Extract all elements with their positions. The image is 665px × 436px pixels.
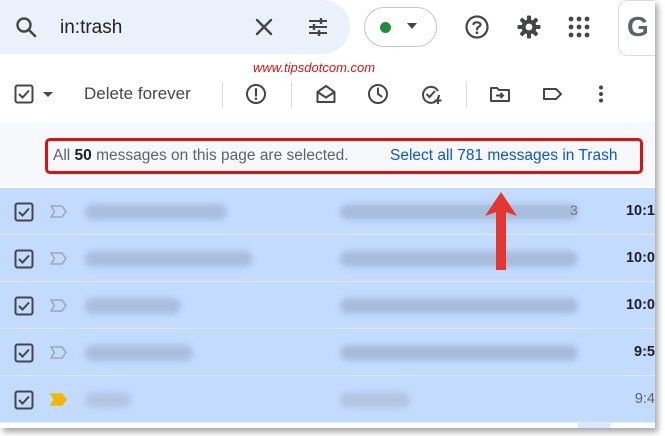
- toolbar-divider: [222, 82, 223, 108]
- table-row[interactable]: 9:4: [0, 376, 655, 423]
- online-status-icon: [380, 22, 391, 33]
- row-time: 10:1: [625, 203, 655, 219]
- message-list: 3 10:1 10:0 10:0 9:5 9:4: [0, 188, 655, 423]
- subject-blurred: [340, 392, 410, 408]
- search-input[interactable]: in:trash: [60, 17, 122, 39]
- row-time: 9:4: [634, 391, 655, 407]
- row-checkbox[interactable]: [14, 343, 34, 363]
- subject-blurred: [340, 298, 578, 314]
- row-time: 10:0: [625, 297, 655, 313]
- move-to-folder-icon[interactable]: [489, 83, 511, 105]
- more-options-icon[interactable]: [590, 83, 612, 105]
- gmail-window: in:trash G www.tipsdotcom.com Delete for…: [0, 0, 655, 428]
- search-box[interactable]: in:trash: [0, 0, 350, 54]
- add-to-tasks-icon[interactable]: [420, 83, 442, 105]
- importance-marker-icon[interactable]: [50, 252, 67, 265]
- subject-blurred: [340, 251, 578, 267]
- status-selector[interactable]: [364, 7, 437, 47]
- importance-marker-icon[interactable]: [50, 299, 67, 312]
- sender-blurred: [85, 345, 193, 361]
- account-button[interactable]: G: [618, 0, 655, 56]
- sender-blurred: [85, 204, 227, 220]
- select-all-checkbox[interactable]: [14, 84, 34, 104]
- chevron-down-icon: [407, 23, 417, 29]
- search-options-icon[interactable]: [306, 15, 330, 39]
- row-checkbox[interactable]: [14, 296, 34, 316]
- row-checkbox[interactable]: [14, 390, 34, 410]
- sender-blurred: [85, 392, 131, 408]
- select-all-link[interactable]: Select all 781 messages in Trash: [390, 147, 617, 165]
- subject-blurred: [340, 204, 578, 220]
- importance-marker-icon[interactable]: [50, 205, 67, 218]
- table-row[interactable]: 10:0: [0, 235, 655, 282]
- gear-icon[interactable]: [516, 14, 542, 40]
- account-logo: G: [627, 11, 649, 42]
- mark-as-read-icon[interactable]: [315, 83, 337, 105]
- delete-forever-button[interactable]: Delete forever: [84, 84, 191, 104]
- row-checkbox[interactable]: [14, 202, 34, 222]
- row-marker-text: 3: [570, 202, 578, 218]
- importance-marker-icon[interactable]: [50, 393, 67, 406]
- snooze-clock-icon[interactable]: [367, 83, 389, 105]
- toolbar-divider: [291, 82, 292, 108]
- sender-blurred: [85, 251, 253, 267]
- select-menu-chevron-icon[interactable]: [43, 92, 53, 97]
- action-toolbar: Delete forever: [0, 72, 655, 118]
- help-icon[interactable]: [464, 14, 490, 40]
- row-time: 9:5: [634, 344, 655, 360]
- importance-marker-icon[interactable]: [50, 346, 67, 359]
- selection-notice-text: All 50 messages on this page are selecte…: [53, 147, 349, 164]
- table-row[interactable]: 9:5: [0, 329, 655, 376]
- top-bar: in:trash G: [0, 0, 655, 56]
- label-icon[interactable]: [541, 83, 563, 105]
- toolbar-divider: [466, 82, 467, 108]
- apps-grid-icon[interactable]: [568, 16, 590, 38]
- report-spam-icon[interactable]: [245, 83, 267, 105]
- sender-blurred: [85, 298, 181, 314]
- search-icon[interactable]: [14, 15, 38, 39]
- close-icon[interactable]: [252, 15, 276, 39]
- row-checkbox[interactable]: [14, 249, 34, 269]
- annotation-arrow-icon: [485, 192, 517, 270]
- row-time: 10:0: [625, 250, 655, 266]
- table-row[interactable]: 3 10:1: [0, 188, 655, 235]
- subject-blurred: [340, 345, 578, 361]
- table-row[interactable]: 10:0: [0, 282, 655, 329]
- selected-count: 50: [74, 147, 92, 164]
